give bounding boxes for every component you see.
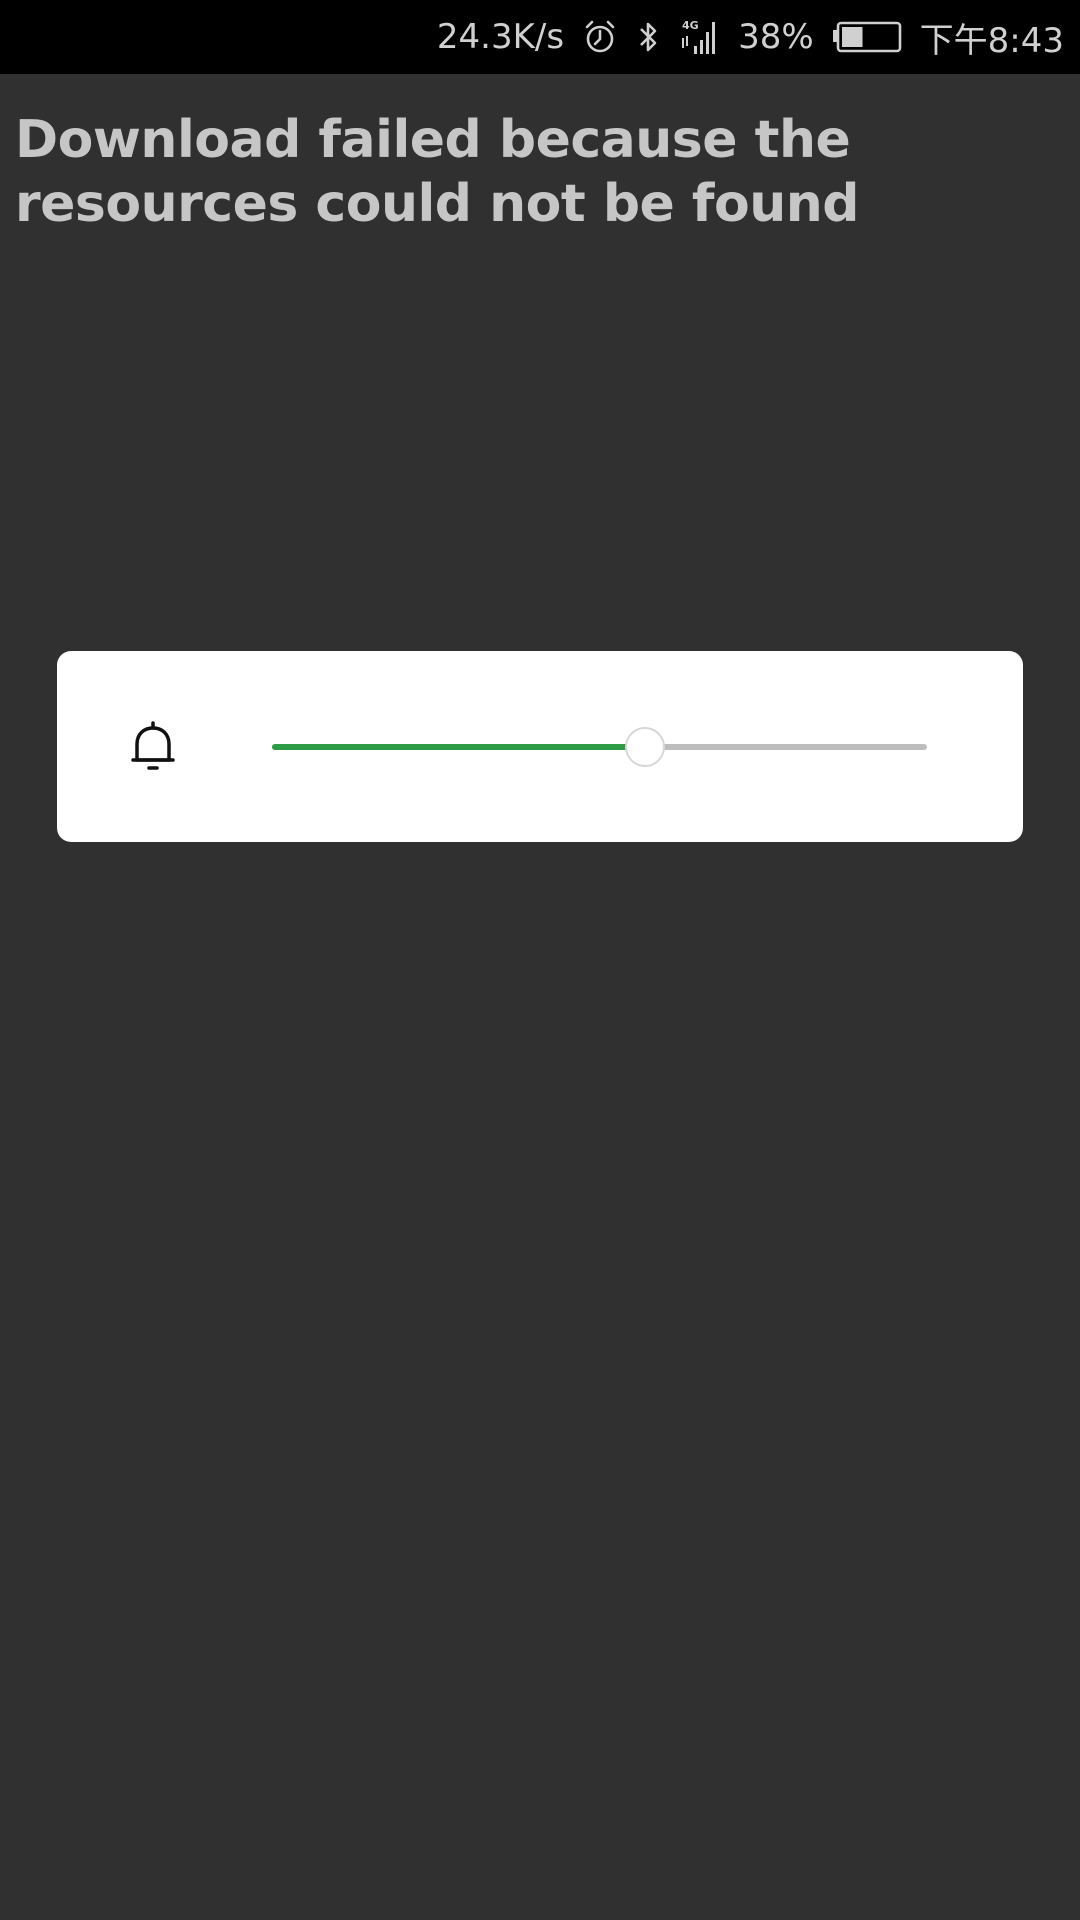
network-speed: 24.3K/s [436,17,565,57]
volume-slider[interactable] [272,727,927,767]
signal-4g-icon: 4G [680,18,720,56]
bluetooth-icon [636,19,662,55]
download-failed-message: Download failed because the resources co… [15,110,860,234]
bell-icon[interactable] [128,720,178,774]
status-bar: 24.3K/s 4G 38% 下午8:43 [0,0,1080,74]
clock: 下午8:43 [919,20,1064,61]
slider-fill [272,744,646,750]
slider-thumb[interactable] [625,727,666,767]
battery-percent: 38% [738,17,814,57]
battery-icon [832,20,902,54]
alarm-icon [582,19,618,55]
signal-label: 4G [682,19,699,32]
